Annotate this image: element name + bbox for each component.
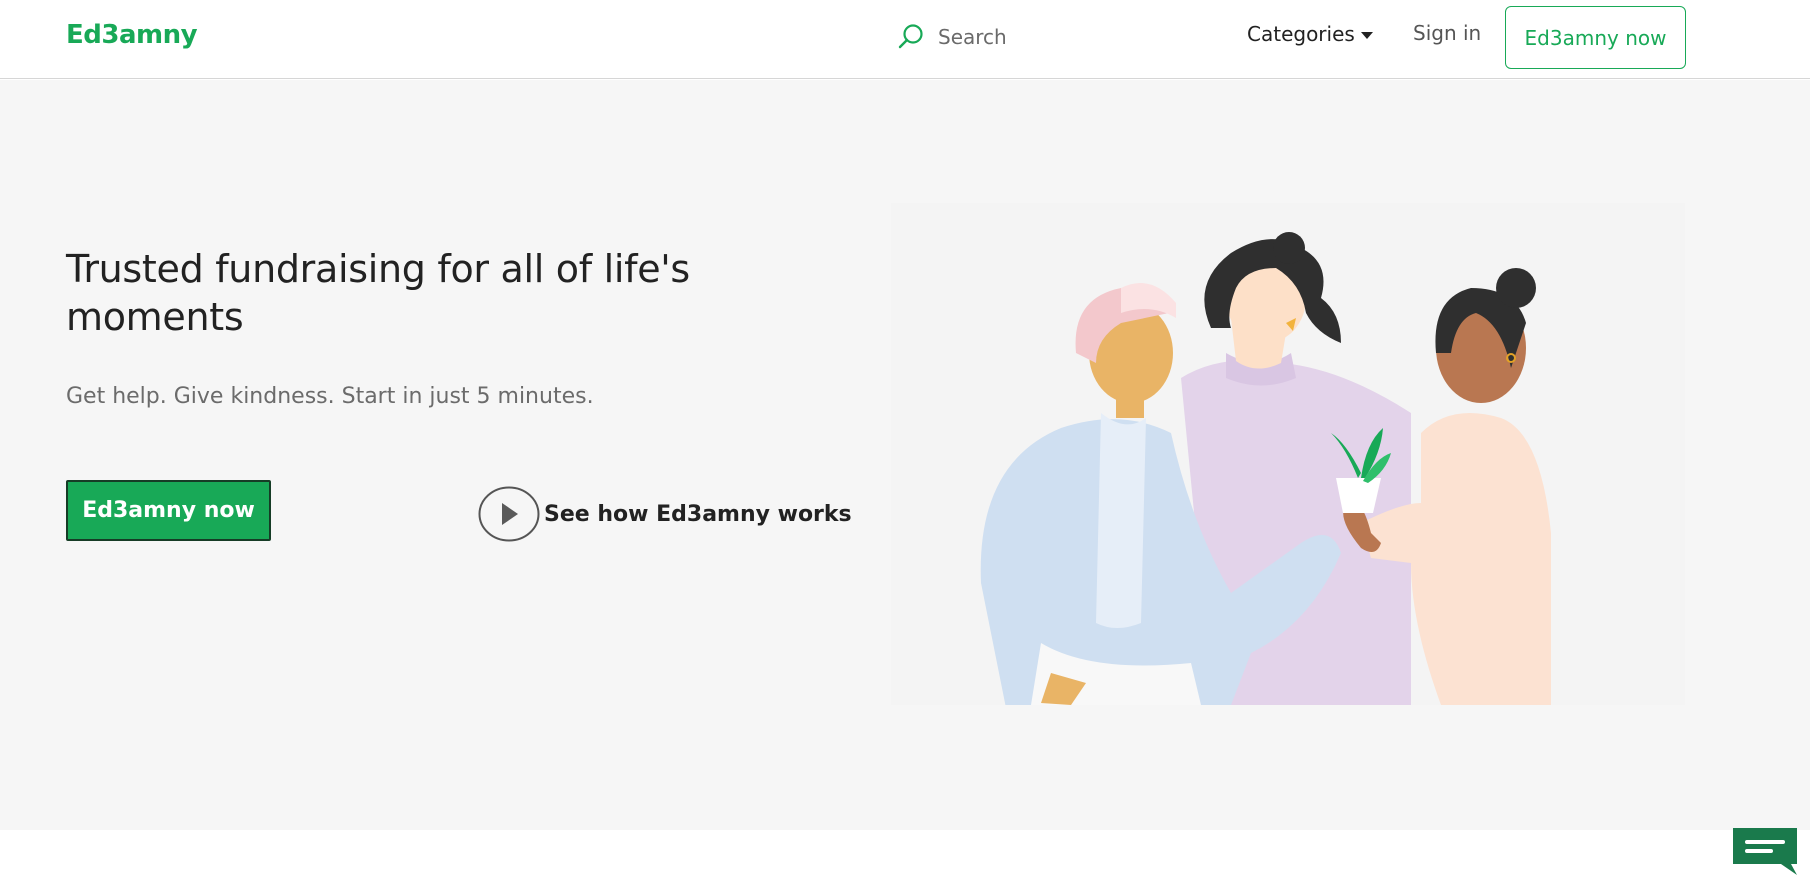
search-input[interactable] bbox=[938, 20, 1178, 54]
caret-down-icon bbox=[1360, 32, 1373, 39]
sign-in-link[interactable]: Sign in bbox=[1413, 21, 1481, 45]
top-navbar: Ed3amny Categories Sign in Ed3amny now bbox=[0, 0, 1810, 79]
hero-section: Trusted fundraising for all of life's mo… bbox=[0, 80, 1810, 830]
hero-start-button[interactable]: Ed3amny now bbox=[66, 480, 271, 541]
brand-logo[interactable]: Ed3amny bbox=[66, 20, 198, 50]
nav-start-button[interactable]: Ed3amny now bbox=[1505, 6, 1686, 69]
search-bar bbox=[896, 18, 1196, 58]
hero-title: Trusted fundraising for all of life's mo… bbox=[66, 247, 690, 339]
hero-subtitle: Get help. Give kindness. Start in just 5… bbox=[66, 384, 594, 409]
categories-label: Categories bbox=[1247, 22, 1355, 46]
see-how-it-works-link[interactable]: See how Ed3amny works bbox=[478, 486, 852, 542]
people-sharing-plant-illustration bbox=[891, 203, 1685, 705]
search-icon[interactable] bbox=[896, 22, 926, 52]
see-how-label: See how Ed3amny works bbox=[544, 501, 852, 527]
chat-icon[interactable] bbox=[1731, 828, 1799, 876]
bottom-strip bbox=[0, 830, 1810, 880]
categories-dropdown[interactable]: Categories bbox=[1247, 22, 1373, 46]
play-icon bbox=[478, 486, 540, 542]
